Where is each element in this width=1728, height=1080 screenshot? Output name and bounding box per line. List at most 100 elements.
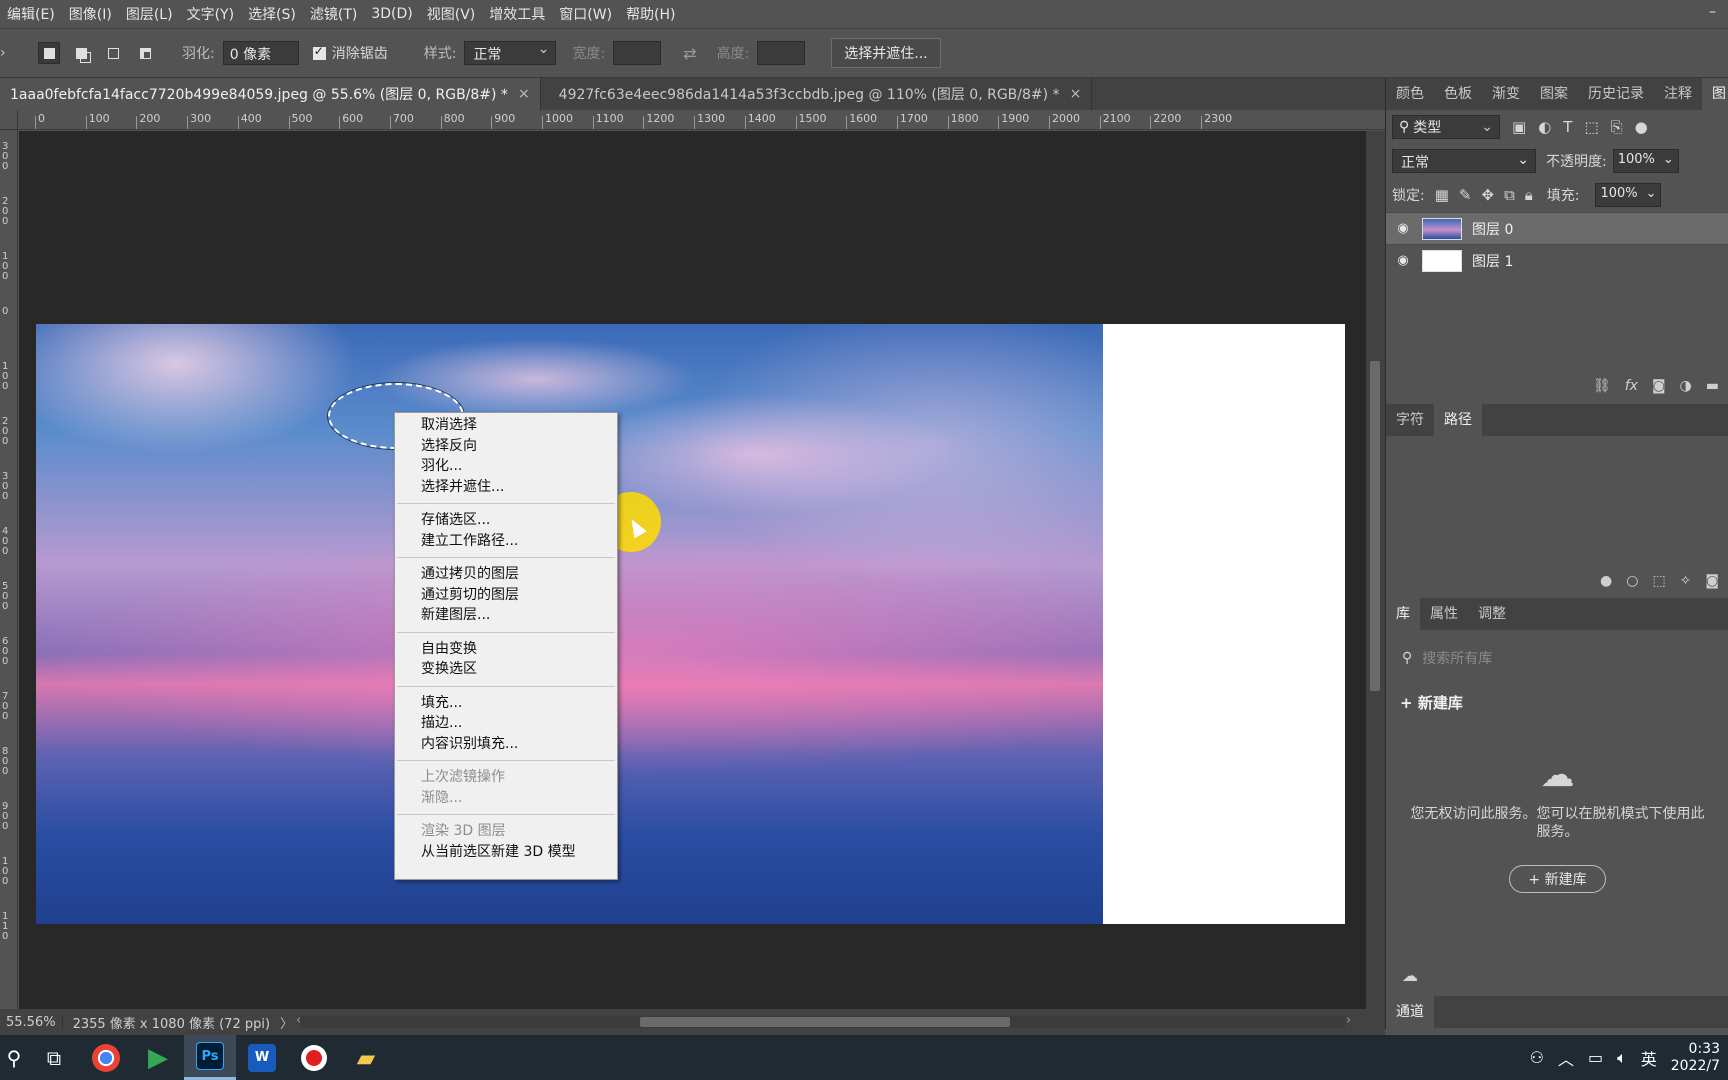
scroll-right-icon[interactable]: › (1346, 1013, 1351, 1028)
subtract-selection-icon[interactable] (102, 42, 124, 64)
context-menu-item[interactable]: 取消选择 (395, 415, 617, 436)
menu-window[interactable]: 窗口(W) (552, 4, 619, 24)
path-to-selection-icon[interactable]: ⬚ (1652, 573, 1665, 589)
play-store-icon[interactable]: ▶ (132, 1035, 184, 1080)
file-explorer-icon[interactable]: ▰ (340, 1035, 392, 1080)
white-layer-area[interactable] (1103, 324, 1345, 924)
library-search-input[interactable]: 搜索所有库 (1422, 648, 1492, 668)
context-menu-item[interactable]: 选择反向 (395, 436, 617, 457)
feather-input[interactable]: 0 像素 (222, 41, 299, 65)
zoom-level[interactable]: 55.56% (0, 1014, 63, 1030)
tab-document-2[interactable]: 4927fc63e4eec986da1414a53f3ccbdb.jpeg @ … (541, 78, 1093, 110)
eye-icon[interactable]: ◉ (1394, 221, 1412, 236)
tab-paths[interactable]: 路径 (1434, 404, 1482, 436)
menu-help[interactable]: 帮助(H) (619, 4, 682, 24)
menu-type[interactable]: 文字(Y) (180, 4, 241, 24)
context-menu-item[interactable]: 内容识别填充... (395, 734, 617, 755)
menu-select[interactable]: 选择(S) (241, 4, 303, 24)
layer-row-0[interactable]: ◉ 图层 0 (1386, 212, 1728, 244)
photoshop-icon[interactable]: Ps (184, 1035, 236, 1080)
fx-icon[interactable]: fx (1625, 378, 1638, 394)
work-path-icon[interactable]: ✧ (1680, 573, 1692, 589)
context-menu-item[interactable]: 通过拷贝的图层 (395, 564, 617, 585)
intersect-selection-icon[interactable] (134, 42, 156, 64)
type-filter-icon[interactable]: T (1563, 118, 1572, 136)
filter-toggle-icon[interactable]: ● (1635, 118, 1648, 136)
vertical-scroll-thumb[interactable] (1370, 361, 1380, 691)
task-view-icon[interactable]: ⧉ (28, 1035, 80, 1080)
menu-filter[interactable]: 滤镜(T) (303, 4, 364, 24)
context-menu-item[interactable]: 通过剪切的图层 (395, 585, 617, 606)
tab-adjustments[interactable]: 调整 (1468, 598, 1516, 630)
tab-color[interactable]: 颜色 (1386, 78, 1434, 110)
shape-filter-icon[interactable]: ⬚ (1584, 118, 1598, 136)
close-icon[interactable]: × (1070, 86, 1082, 102)
status-arrow-icon[interactable]: 〉 (280, 1013, 293, 1032)
new-library-link[interactable]: + 新建库 (1386, 686, 1728, 719)
tab-history[interactable]: 历史记录 (1578, 78, 1654, 110)
search-icon[interactable]: ⚲ (0, 1035, 28, 1080)
menu-plugins[interactable]: 增效工具 (482, 4, 552, 24)
stroke-path-icon[interactable]: ○ (1626, 573, 1638, 589)
adjustment-filter-icon[interactable]: ◐ (1538, 118, 1551, 136)
context-menu-item[interactable]: 羽化... (395, 456, 617, 477)
volume-icon[interactable]: 🔈︎ (1617, 1048, 1627, 1068)
mask-icon[interactable]: ◙ (1652, 378, 1666, 394)
word-icon[interactable]: W (236, 1035, 288, 1080)
tab-document-1[interactable]: 1aaa0febfcfa14facc7720b499e84059.jpeg @ … (0, 78, 541, 110)
minimize-icon[interactable]: – (1709, 4, 1716, 20)
close-icon[interactable]: × (518, 86, 530, 102)
menu-edit[interactable]: 编辑(E) (0, 4, 62, 24)
recorder-icon[interactable] (288, 1035, 340, 1080)
context-menu-item[interactable]: 从当前选区新建 3D 模型 (395, 842, 617, 863)
canvas-area[interactable] (19, 131, 1366, 1009)
vertical-scrollbar[interactable] (1366, 131, 1385, 1009)
tab-layers[interactable]: 图 (1702, 78, 1728, 110)
folder-icon[interactable]: ▬ (1706, 378, 1719, 394)
new-selection-icon[interactable] (38, 42, 60, 64)
layer-kind-select[interactable]: ⚲ 类型 ⌄ (1392, 115, 1500, 139)
image-filter-icon[interactable]: ▣ (1512, 118, 1526, 136)
ime-indicator[interactable]: 英 (1641, 1046, 1657, 1070)
tool-preset-icon[interactable]: › (0, 45, 8, 61)
opacity-input[interactable]: 100% ⌄ (1612, 149, 1679, 173)
cloud-sync-icon[interactable]: ☁ (1402, 966, 1418, 985)
tab-swatches[interactable]: 色板 (1434, 78, 1482, 110)
lock-position-icon[interactable]: ✥ (1481, 186, 1494, 204)
chrome-icon[interactable] (80, 1035, 132, 1080)
clock[interactable]: 0:33 2022/7 (1671, 1041, 1720, 1075)
tab-properties[interactable]: 属性 (1420, 598, 1468, 630)
smart-object-filter-icon[interactable]: ⎘ (1611, 118, 1623, 136)
menu-3d[interactable]: 3D(D) (364, 6, 419, 22)
fill-input[interactable]: 100% ⌄ (1595, 183, 1662, 207)
context-menu-item[interactable]: 选择并遮住... (395, 477, 617, 498)
horizontal-scrollbar[interactable] (300, 1016, 1345, 1028)
tab-character[interactable]: 字符 (1386, 404, 1434, 436)
library-search[interactable]: ⚲ 搜索所有库 (1394, 640, 1721, 676)
chevron-up-icon[interactable]: ︿ (1558, 1046, 1574, 1070)
menu-view[interactable]: 视图(V) (420, 4, 483, 24)
tab-channels[interactable]: 通道 (1386, 996, 1434, 1028)
context-menu-item[interactable]: 变换选区 (395, 659, 617, 680)
add-mask-icon[interactable]: ◙ (1705, 573, 1719, 589)
lock-pixels-icon[interactable]: ✎ (1459, 186, 1472, 204)
blend-mode-select[interactable]: 正常 ⌄ (1392, 149, 1536, 173)
menu-layer[interactable]: 图层(L) (119, 4, 180, 24)
context-menu-item[interactable]: 存储选区... (395, 510, 617, 531)
lock-artboard-icon[interactable]: ⧉ (1504, 186, 1515, 204)
context-menu-item[interactable]: 新建图层... (395, 605, 617, 626)
width-input[interactable] (613, 41, 662, 65)
context-menu-item[interactable]: 建立工作路径... (395, 531, 617, 552)
height-input[interactable] (757, 41, 806, 65)
tab-gradients[interactable]: 渐变 (1482, 78, 1530, 110)
add-selection-icon[interactable] (70, 42, 92, 64)
eye-icon[interactable]: ◉ (1394, 253, 1412, 268)
link-icon[interactable]: ⛓ (1593, 378, 1611, 394)
swap-icon[interactable]: ⇄ (683, 44, 696, 63)
style-select[interactable]: 正常 (464, 41, 557, 65)
antialias-checkbox[interactable] (312, 44, 326, 60)
network-icon[interactable]: ▭ (1588, 1048, 1603, 1067)
lock-all-icon[interactable]: 🔒︎ (1525, 186, 1533, 204)
select-and-mask-button[interactable]: 选择并遮住... (831, 38, 941, 68)
horizontal-scroll-thumb[interactable] (640, 1017, 1010, 1027)
